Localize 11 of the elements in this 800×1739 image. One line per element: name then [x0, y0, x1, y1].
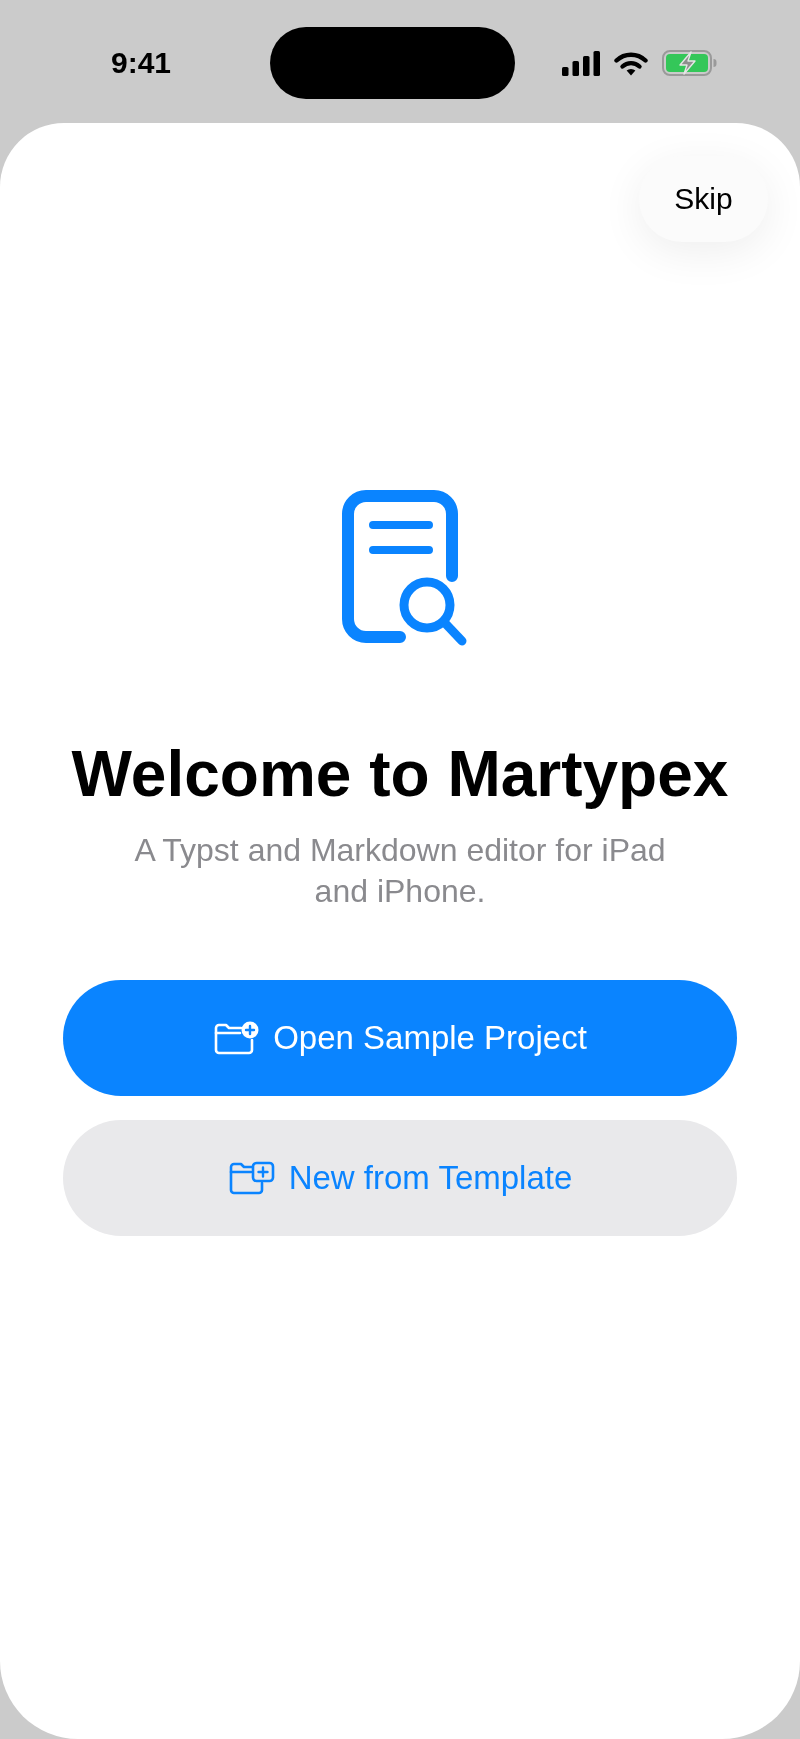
welcome-title: Welcome to Martypex — [71, 737, 729, 812]
folder-plus-icon — [213, 1020, 260, 1055]
action-button[interactable]: Open Sample Project — [63, 979, 737, 1096]
folder-plus-icon — [227, 1160, 275, 1195]
status-time: 9:41 — [111, 48, 172, 78]
skip-button[interactable]: Skip — [639, 156, 768, 242]
welcome-subtitle: A Typst and Markdown editor for iPad and iPhone. — [133, 830, 667, 911]
action-button[interactable]: New from Template — [63, 1119, 737, 1236]
signal-icon — [562, 50, 600, 76]
battery-charging-icon — [662, 50, 717, 76]
wifi-icon — [614, 50, 648, 76]
